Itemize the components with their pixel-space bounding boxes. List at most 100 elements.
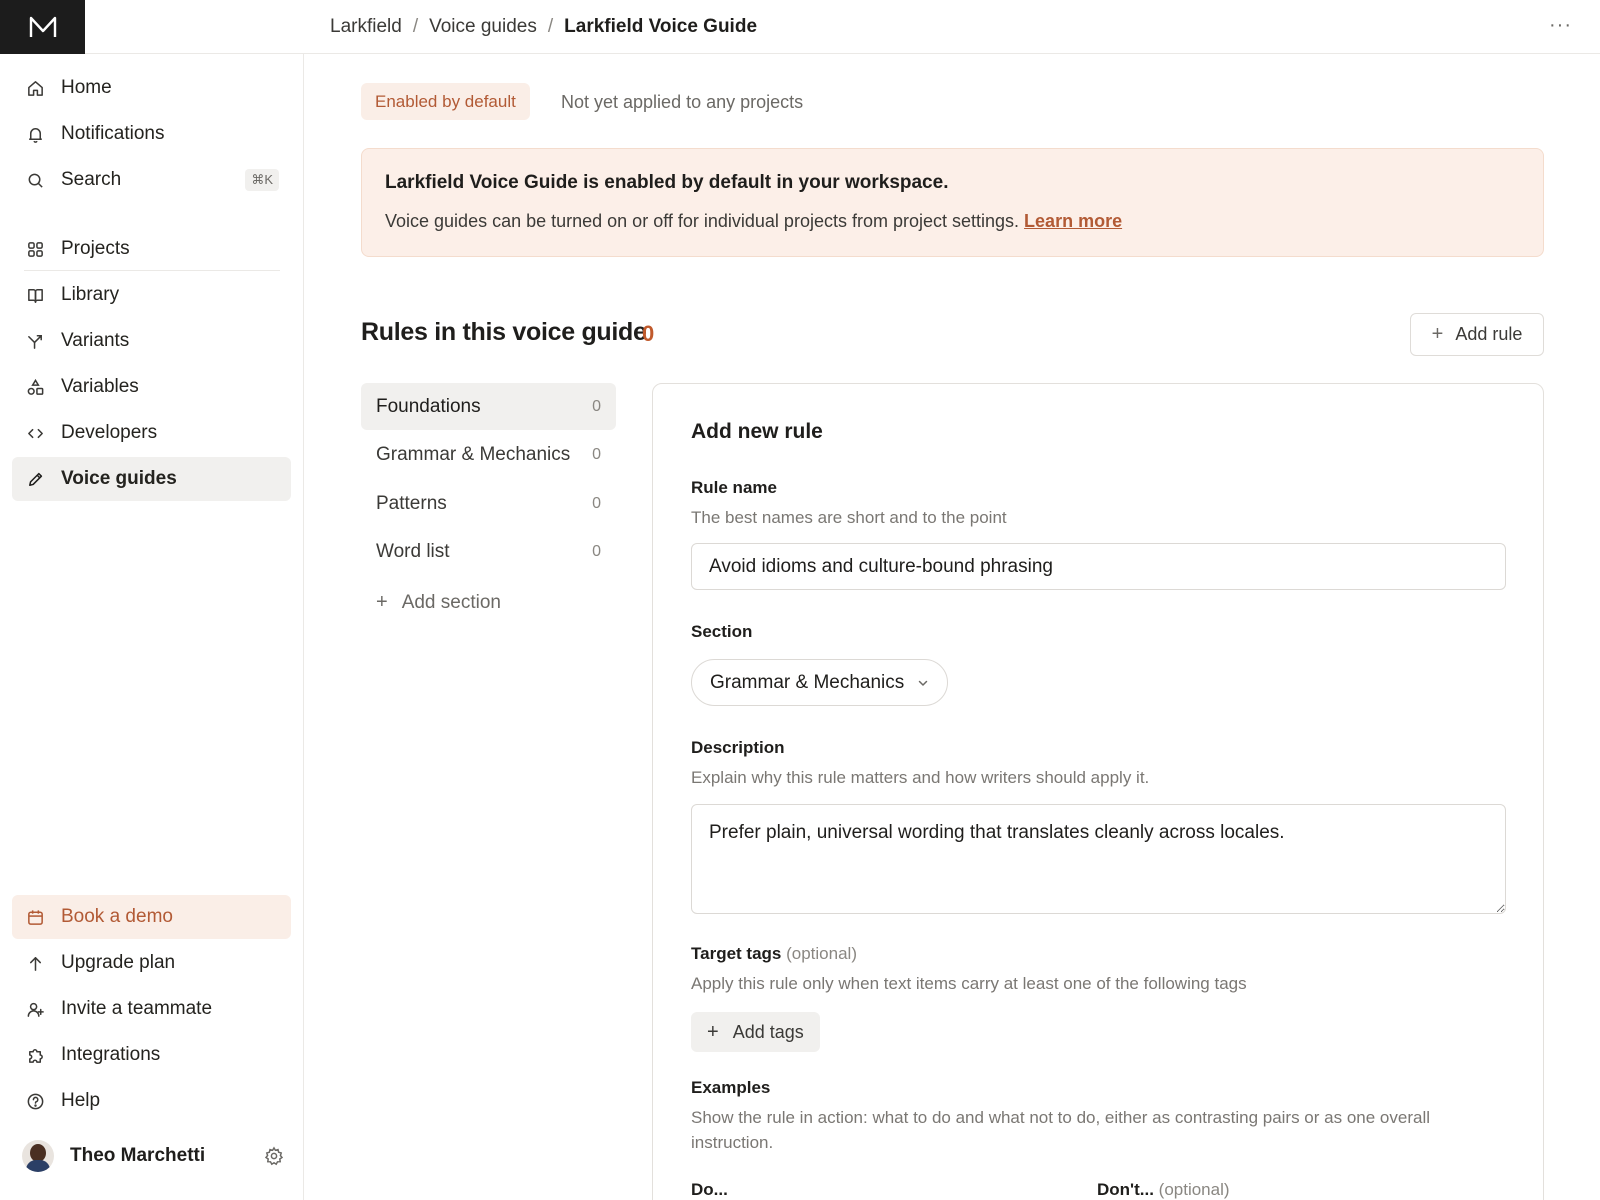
sidebar: Home Notifications Search ⌘K Projects Li… <box>0 54 304 1200</box>
section-count: 0 <box>592 494 601 512</box>
description-label: Description <box>691 738 785 757</box>
shortcut-badge: ⌘K <box>245 169 279 191</box>
section-select-value: Grammar & Mechanics <box>710 671 905 693</box>
sidebar-item-label: Voice guides <box>61 468 177 489</box>
top-bar: Larkfield / Voice guides / Larkfield Voi… <box>85 0 1600 54</box>
breadcrumb-separator: / <box>547 16 554 37</box>
gear-icon[interactable] <box>264 1146 284 1166</box>
sidebar-item-variables[interactable]: Variables <box>12 365 291 409</box>
user-profile[interactable]: Theo Marchetti <box>22 1131 284 1181</box>
section-count: 0 <box>592 542 601 560</box>
section-label: Word list <box>376 540 450 562</box>
card-title: Add new rule <box>691 420 823 443</box>
app-logo[interactable] <box>0 0 85 54</box>
avatar <box>22 1140 54 1172</box>
section-label: Patterns <box>376 492 447 514</box>
dont-label-text: Don't... <box>1097 1180 1154 1199</box>
rule-name-label: Rule name <box>691 478 777 497</box>
banner-body: Voice guides can be turned on or off for… <box>385 211 1020 231</box>
section-item-word-list[interactable]: Word list 0 <box>361 528 616 575</box>
sidebar-item-label: Invite a teammate <box>61 998 213 1019</box>
section-item-patterns[interactable]: Patterns 0 <box>361 480 616 527</box>
examples-hint-line: Show the rule in action: what to do and … <box>691 1108 1430 1127</box>
sidebar-item-upgrade[interactable]: Upgrade plan <box>12 941 291 985</box>
sidebar-item-help[interactable]: Help <box>12 1079 291 1123</box>
plus-icon: + <box>707 1020 719 1043</box>
sidebar-item-invite[interactable]: Invite a teammate <box>12 987 291 1031</box>
breadcrumb-separator: / <box>412 16 419 37</box>
user-name: Theo Marchetti <box>70 1145 206 1166</box>
sidebar-item-projects[interactable]: Projects <box>12 227 291 271</box>
rules-count: 0 <box>642 321 655 346</box>
breadcrumb-root[interactable]: Larkfield <box>330 16 402 38</box>
dont-label: Don't... (optional) <box>1097 1180 1230 1200</box>
plus-icon: + <box>1431 323 1444 345</box>
rule-name-hint: The best names are short and to the poin… <box>691 508 1007 527</box>
learn-more-link[interactable]: Learn more <box>1024 211 1122 231</box>
section-item-grammar[interactable]: Grammar & Mechanics 0 <box>361 431 616 478</box>
sidebar-item-label: Home <box>61 77 112 98</box>
code-icon <box>28 428 43 438</box>
more-horizontal-icon[interactable]: ··· <box>1549 14 1572 37</box>
add-rule-label: Add rule <box>1455 324 1523 344</box>
help-circle-icon <box>27 1093 44 1109</box>
bell-icon <box>29 127 42 143</box>
plus-icon: + <box>376 591 388 613</box>
search-icon <box>28 173 43 188</box>
sidebar-item-notifications[interactable]: Notifications <box>12 112 291 156</box>
rules-heading: Rules in this voice guide <box>361 318 647 346</box>
info-banner: Larkfield Voice Guide is enabled by defa… <box>361 148 1544 257</box>
section-label: Grammar & Mechanics <box>376 443 571 465</box>
breadcrumb-parent[interactable]: Voice guides <box>429 16 537 38</box>
logo-m-icon <box>29 16 56 37</box>
banner-text: Voice guides can be turned on or off for… <box>385 211 1122 232</box>
sidebar-item-label: Integrations <box>61 1044 161 1065</box>
banner-title: Larkfield Voice Guide is enabled by defa… <box>385 172 949 193</box>
target-tags-title: Target tags <box>691 944 782 963</box>
section-select[interactable]: Grammar & Mechanics <box>691 659 948 706</box>
examples-hint: Show the rule in action: what to do and … <box>691 1108 1506 1153</box>
examples-hint-line: instruction. <box>691 1133 774 1152</box>
add-rule-card: Add new rule Rule name The best names ar… <box>652 383 1544 1200</box>
sidebar-item-label: Variants <box>61 330 130 351</box>
sidebar-item-label: Developers <box>61 422 158 443</box>
sidebar-item-home[interactable]: Home <box>12 66 291 110</box>
add-rule-button[interactable]: + Add rule <box>1410 313 1544 356</box>
sidebar-item-search[interactable]: Search ⌘K <box>12 158 291 202</box>
sidebar-item-developers[interactable]: Developers <box>12 411 291 455</box>
optional-marker: (optional) <box>1158 1180 1230 1199</box>
shapes-icon <box>27 378 44 395</box>
add-tags-label: Add tags <box>732 1021 804 1042</box>
target-tags-hint: Apply this rule only when text items car… <box>691 974 1247 993</box>
sidebar-item-label: Library <box>61 284 120 305</box>
puzzle-icon <box>29 1048 43 1063</box>
arrow-up-icon <box>29 956 42 971</box>
applied-status-text: Not yet applied to any projects <box>561 92 804 112</box>
status-badge: Enabled by default <box>361 83 530 120</box>
do-label: Do... <box>691 1180 728 1199</box>
sidebar-item-label: Help <box>61 1090 101 1111</box>
sidebar-item-label: Variables <box>61 376 139 397</box>
target-tags-label: Target tags (optional) <box>691 944 857 964</box>
sidebar-item-voice-guides[interactable]: Voice guides <box>12 457 291 501</box>
description-textarea[interactable]: Prefer plain, universal wording that tra… <box>691 804 1506 914</box>
sidebar-item-label: Book a demo <box>61 906 173 927</box>
grid-icon <box>28 241 43 257</box>
add-section-label: Add section <box>401 591 501 613</box>
section-item-foundations[interactable]: Foundations 0 <box>361 383 616 430</box>
sidebar-item-variants[interactable]: Variants <box>12 319 291 363</box>
sidebar-item-library[interactable]: Library <box>12 273 291 317</box>
description-hint: Explain why this rule matters and how wr… <box>691 768 1150 787</box>
rule-name-input[interactable] <box>691 543 1506 590</box>
breadcrumb: Larkfield / Voice guides / Larkfield Voi… <box>330 0 757 54</box>
sidebar-item-book-demo[interactable]: Book a demo <box>12 895 291 939</box>
sidebar-item-label: Upgrade plan <box>61 952 176 973</box>
section-label: Section <box>691 622 753 641</box>
book-icon <box>28 288 43 303</box>
examples-label: Examples <box>691 1078 771 1097</box>
add-tags-button[interactable]: + Add tags <box>691 1012 820 1052</box>
section-count: 0 <box>592 445 601 463</box>
chevron-down-icon <box>918 680 928 686</box>
sidebar-item-integrations[interactable]: Integrations <box>12 1033 291 1077</box>
add-section-button[interactable]: + Add section <box>376 591 501 614</box>
